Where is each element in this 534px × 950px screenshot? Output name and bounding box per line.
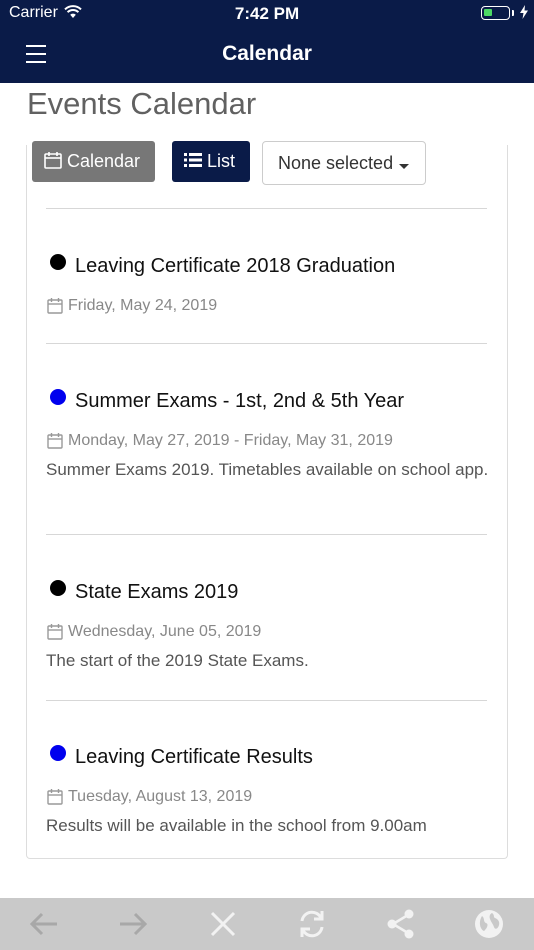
battery-tip	[512, 10, 514, 16]
calendar-icon	[47, 433, 63, 449]
event-description: The start of the 2019 State Exams.	[46, 651, 309, 670]
list-view-button[interactable]: List	[172, 141, 250, 182]
page-title: Events Calendar	[27, 86, 257, 121]
nav-title: Calendar	[222, 42, 312, 65]
event-title: Leaving Certificate Results	[75, 746, 313, 768]
calendar-icon	[44, 151, 62, 169]
back-arrow-icon[interactable]	[28, 908, 60, 940]
battery-icon	[481, 6, 510, 20]
event-color-dot	[50, 389, 66, 405]
calendar-view-button[interactable]: Calendar	[32, 141, 155, 182]
calendar-button-label: Calendar	[67, 151, 141, 171]
event-description: Summer Exams 2019. Timetables available …	[46, 460, 489, 479]
filter-selected-value: None selected	[278, 152, 394, 173]
close-icon[interactable]	[207, 908, 239, 940]
event-color-dot	[50, 254, 66, 270]
charging-bolt-icon	[520, 5, 528, 19]
event-title: Summer Exams - 1st, 2nd & 5th Year	[75, 390, 405, 412]
refresh-icon[interactable]	[296, 908, 328, 940]
category-filter-dropdown[interactable]: None selected	[262, 141, 426, 185]
browser-toolbar	[0, 898, 534, 950]
list-divider	[46, 534, 487, 535]
clock: 7:42 PM	[234, 4, 300, 23]
list-divider	[46, 700, 487, 701]
event-description: Results will be available in the school …	[46, 816, 427, 835]
event-date: Wednesday, June 05, 2019	[68, 623, 262, 640]
calendar-icon	[47, 624, 63, 640]
battery-level	[484, 9, 492, 16]
event-title: State Exams 2019	[75, 581, 239, 603]
list-icon	[184, 152, 202, 167]
caret-down-icon	[399, 163, 410, 169]
list-divider	[46, 208, 487, 209]
share-icon[interactable]	[385, 908, 417, 940]
event-color-dot	[50, 580, 66, 596]
list-button-label: List	[207, 151, 236, 171]
forward-arrow-icon[interactable]	[117, 908, 149, 940]
event-date: Monday, May 27, 2019 - Friday, May 31, 2…	[68, 432, 393, 449]
nav-bar: Calendar	[0, 28, 534, 83]
calendar-icon	[47, 298, 63, 314]
event-title: Leaving Certificate 2018 Graduation	[75, 255, 396, 277]
globe-icon[interactable]	[473, 908, 505, 940]
event-color-dot	[50, 745, 66, 761]
event-date: Friday, May 24, 2019	[68, 297, 218, 314]
list-divider	[46, 343, 487, 344]
calendar-icon	[47, 789, 63, 805]
status-bar: Carrier 7:42 PM	[0, 0, 534, 28]
event-date: Tuesday, August 13, 2019	[68, 788, 253, 805]
